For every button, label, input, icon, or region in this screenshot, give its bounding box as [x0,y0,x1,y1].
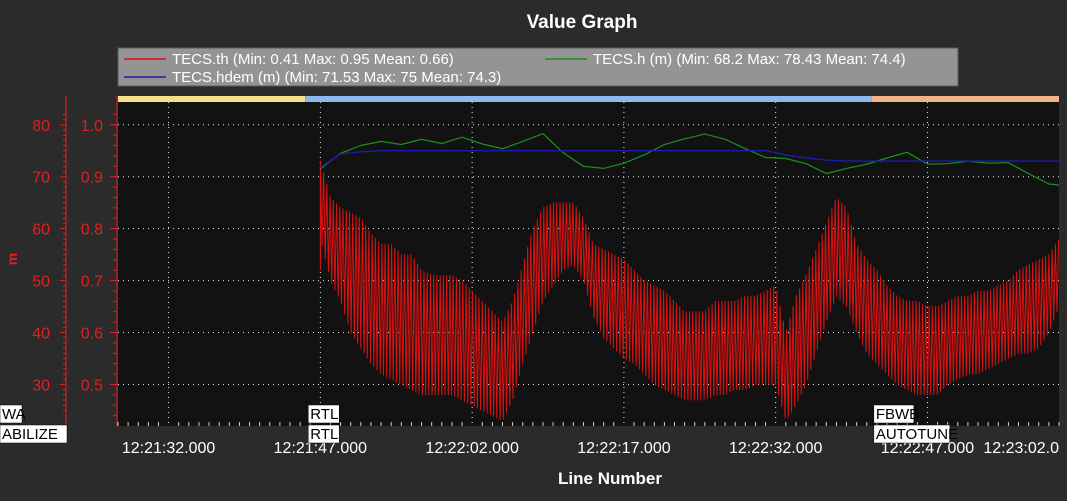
y-right-tick-label-5: 1.0 [81,118,103,135]
mode-label-1: ABILIZE [2,426,58,443]
y-left-tick-label-1: 40 [32,326,50,343]
y-right-tick-label-2: 0.7 [81,274,103,291]
value-graph-chart: Value Graph TECS.th (Min: 0.41 Max: 0.95… [0,0,1067,501]
y-right-tick-label-4: 0.9 [81,170,103,187]
legend: TECS.th (Min: 0.41 Max: 0.95 Mean: 0.66)… [117,47,959,87]
chart-title: Value Graph [527,12,638,33]
mode-label-2: RTL [310,406,338,423]
mode-label-0: WA [2,406,26,423]
y-axis-label-left: m [4,253,20,265]
y-left-tick-label-2: 50 [32,274,50,291]
y-right-tick-label-3: 0.8 [81,222,103,239]
legend-entry-h: TECS.h (m) (Min: 68.2 Max: 78.43 Mean: 7… [593,51,906,68]
x-tick-label-2: 12:22:02.000 [425,440,519,457]
y-right-tick-label-1: 0.6 [81,326,103,343]
mode-band-2 [871,96,1059,102]
legend-entry-th: TECS.th (Min: 0.41 Max: 0.95 Mean: 0.66) [172,51,454,68]
mode-label-5: AUTOTUNE [876,426,958,443]
mode-band-0 [118,96,306,102]
y-right-tick-label-0: 0.5 [81,377,103,394]
legend-entry-hdem: TECS.hdem (m) (Min: 71.53 Max: 75 Mean: … [172,69,501,86]
y-left-tick-label-5: 80 [32,118,50,135]
x-tick-label-6: 12:23:02.0 [983,440,1059,457]
mode-band-1 [305,96,872,102]
x-axis-label: Line Number [558,469,662,488]
mode-label-3: RTL [310,426,338,443]
mode-bands [118,96,1059,102]
x-tick-label-0: 12:21:32.000 [122,440,216,457]
mode-label-4: FBWB [876,406,919,423]
x-tick-label-3: 12:22:17.000 [577,440,671,457]
y-left-tick-label-4: 70 [32,170,50,187]
y-left-tick-label-0: 30 [32,377,50,394]
x-tick-label-4: 12:22:32.000 [729,440,823,457]
y-left-tick-label-3: 60 [32,222,50,239]
